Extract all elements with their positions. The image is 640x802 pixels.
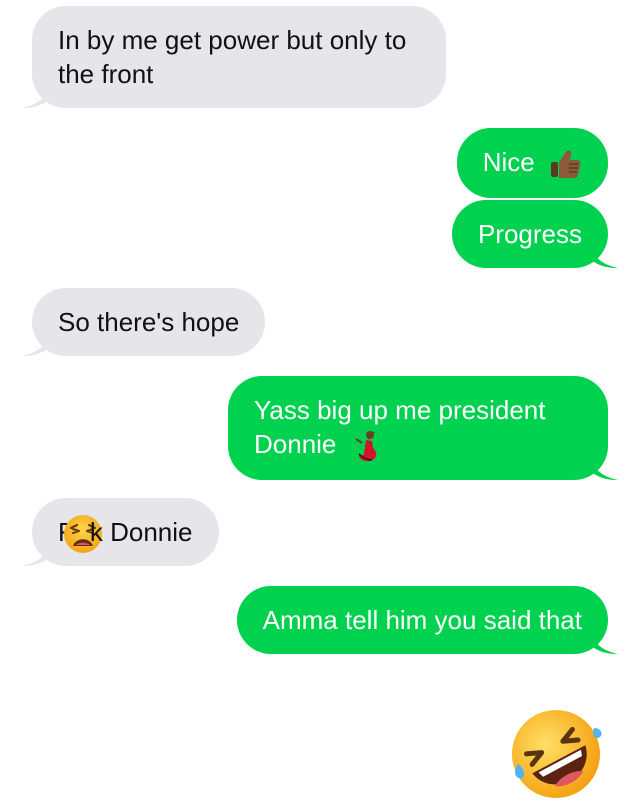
message-text-line-1: Yass big up me president: [254, 395, 546, 425]
message-bubble-incoming[interactable]: In by me get power but only to the front: [22, 6, 446, 108]
message-bubble-outgoing[interactable]: Yass big up me president Donnie: [228, 376, 618, 481]
bubble-tail: [592, 242, 618, 268]
bubble-tail: [592, 628, 618, 654]
bubble-tail: [22, 330, 48, 356]
rolling-on-floor-laughing-icon[interactable]: [508, 706, 604, 802]
dancer-icon: [355, 431, 376, 462]
message-text-line-2-wrap: Donnie: [254, 427, 582, 463]
message-text: In by me get power but only to the front: [58, 25, 407, 89]
message-text: So there's hope: [58, 307, 240, 337]
thumbs-up-icon: [551, 150, 581, 179]
bubble-tail: [22, 540, 48, 567]
message-text-line-2: Donnie: [254, 429, 337, 459]
message-text: Nice: [482, 147, 535, 177]
message-bubble-outgoing[interactable]: Progress: [451, 200, 618, 268]
message-bubble-outgoing[interactable]: Nice: [456, 128, 608, 199]
bubble-tail: [22, 82, 48, 108]
message-text: Amma tell him you said that: [262, 605, 582, 635]
message-bubble-incoming[interactable]: So there's hope: [22, 288, 266, 356]
message-text-suffix: k Donnie: [89, 517, 193, 547]
message-text: Progress: [477, 219, 582, 249]
bubble-tail: [592, 454, 618, 481]
message-bubble-incoming[interactable]: F k Donnie: [22, 498, 219, 567]
message-bubble-outgoing[interactable]: Amma tell him you said that: [236, 586, 618, 654]
